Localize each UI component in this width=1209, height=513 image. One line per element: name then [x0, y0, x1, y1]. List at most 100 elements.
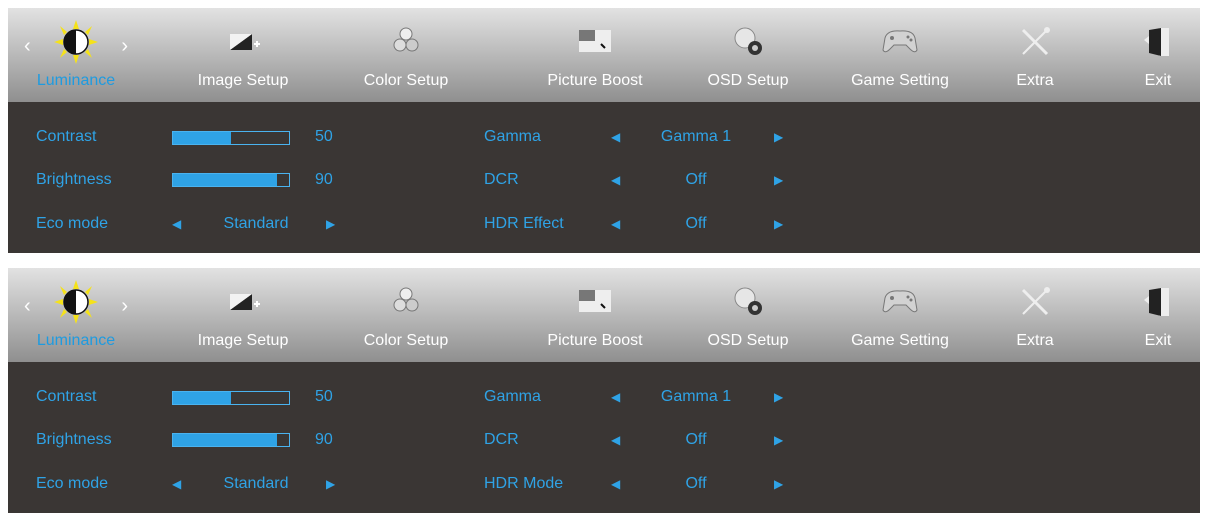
tab-game-setting[interactable]: Game Setting [840, 268, 960, 362]
tab-label: Color Setup [363, 72, 449, 89]
image-setup-icon [230, 34, 260, 50]
exit-door-icon [1144, 288, 1169, 316]
osd-settings-area: Contrast 50 Brightness 90 Eco mode ◀ Sta… [8, 102, 1200, 253]
tab-label: Game Setting [851, 72, 949, 89]
hdr-left-arrow-icon[interactable]: ◀ [611, 476, 620, 492]
contrast-label: Contrast [36, 388, 97, 405]
chevron-right-icon[interactable]: › [121, 296, 128, 316]
tab-image-setup[interactable]: Image Setup [183, 268, 303, 362]
contrast-slider[interactable] [172, 391, 290, 405]
exit-door-icon [1144, 28, 1169, 56]
eco-mode-value: Standard [223, 475, 289, 492]
osd-tab-bar: ‹ › Luminance Image Setup Color Setup Pi… [8, 268, 1200, 362]
dcr-right-arrow-icon[interactable]: ▶ [774, 172, 783, 188]
tab-color-setup[interactable]: Color Setup [346, 8, 466, 102]
brightness-value: 90 [315, 171, 333, 188]
tools-icon [1021, 287, 1050, 316]
gamma-left-arrow-icon[interactable]: ◀ [611, 129, 620, 145]
gamma-left-arrow-icon[interactable]: ◀ [611, 389, 620, 405]
eco-mode-left-arrow-icon[interactable]: ◀ [172, 476, 181, 492]
brightness-label: Brightness [36, 431, 112, 448]
tab-luminance[interactable]: ‹ › Luminance [16, 268, 136, 362]
brightness-label: Brightness [36, 171, 112, 188]
osd-settings-area: Contrast 50 Brightness 90 Eco mode ◀ Sta… [8, 362, 1200, 513]
tab-extra[interactable]: Extra [975, 8, 1095, 102]
picture-boost-icon [579, 30, 611, 52]
tab-color-setup[interactable]: Color Setup [346, 268, 466, 362]
brightness-slider-fill [173, 434, 278, 446]
tab-label: Exit [1144, 72, 1172, 89]
dcr-left-arrow-icon[interactable]: ◀ [611, 432, 620, 448]
color-setup-icon [393, 287, 419, 312]
brightness-slider[interactable] [172, 173, 290, 187]
tab-label: Extra [1016, 332, 1054, 349]
tab-extra[interactable]: Extra [975, 268, 1095, 362]
tab-luminance[interactable]: ‹ › Luminance [16, 8, 136, 102]
dcr-value: Off [685, 171, 707, 188]
contrast-slider-fill [173, 392, 231, 404]
dcr-left-arrow-icon[interactable]: ◀ [611, 172, 620, 188]
tab-game-setting[interactable]: Game Setting [840, 8, 960, 102]
contrast-label: Contrast [36, 128, 97, 145]
brightness-value: 90 [315, 431, 333, 448]
tab-label: Extra [1016, 72, 1054, 89]
gamma-right-arrow-icon[interactable]: ▶ [774, 389, 783, 405]
osd-setup-icon [734, 27, 762, 55]
hdr-value: Off [685, 215, 707, 232]
eco-mode-value: Standard [223, 215, 289, 232]
tab-label: Color Setup [363, 332, 449, 349]
dcr-label: DCR [484, 431, 519, 448]
osd-menu-top: ‹ › Luminance Image Setup Color Setup Pi… [8, 8, 1200, 253]
tab-label: Luminance [36, 72, 116, 89]
tab-label: Picture Boost [547, 72, 643, 89]
tab-osd-setup[interactable]: OSD Setup [688, 8, 808, 102]
hdr-left-arrow-icon[interactable]: ◀ [611, 216, 620, 232]
brightness-slider-fill [173, 174, 278, 186]
eco-mode-right-arrow-icon[interactable]: ▶ [326, 216, 335, 232]
tab-exit[interactable]: Exit [1108, 8, 1208, 102]
chevron-right-icon[interactable]: › [121, 36, 128, 56]
picture-boost-icon [579, 290, 611, 312]
hdr-right-arrow-icon[interactable]: ▶ [774, 216, 783, 232]
eco-mode-right-arrow-icon[interactable]: ▶ [326, 476, 335, 492]
gamepad-icon [882, 30, 918, 53]
tab-exit[interactable]: Exit [1108, 268, 1208, 362]
hdr-label: HDR Mode [484, 475, 564, 492]
brightness-slider[interactable] [172, 433, 290, 447]
gamma-label: Gamma [484, 128, 541, 145]
color-setup-icon [393, 27, 419, 52]
image-setup-icon [230, 294, 260, 310]
sun-icon [54, 280, 98, 324]
contrast-value: 50 [315, 388, 333, 405]
dcr-label: DCR [484, 171, 519, 188]
hdr-label: HDR Effect [484, 215, 564, 232]
tab-osd-setup[interactable]: OSD Setup [688, 268, 808, 362]
tab-label: Luminance [36, 332, 116, 349]
dcr-right-arrow-icon[interactable]: ▶ [774, 432, 783, 448]
tab-picture-boost[interactable]: Picture Boost [535, 8, 655, 102]
contrast-value: 50 [315, 128, 333, 145]
dcr-value: Off [685, 431, 707, 448]
eco-mode-left-arrow-icon[interactable]: ◀ [172, 216, 181, 232]
tab-label: Picture Boost [547, 332, 643, 349]
chevron-left-icon[interactable]: ‹ [24, 36, 31, 56]
tab-label: OSD Setup [707, 72, 789, 89]
contrast-slider-fill [173, 132, 231, 144]
osd-setup-icon [734, 287, 762, 315]
tools-icon [1021, 27, 1050, 56]
eco-mode-label: Eco mode [36, 475, 109, 492]
contrast-slider[interactable] [172, 131, 290, 145]
chevron-left-icon[interactable]: ‹ [24, 296, 31, 316]
tab-label: Game Setting [851, 332, 949, 349]
osd-menu-bottom: ‹ › Luminance Image Setup Color Setup Pi… [8, 268, 1200, 513]
gamepad-icon [882, 290, 918, 313]
tab-image-setup[interactable]: Image Setup [183, 8, 303, 102]
gamma-right-arrow-icon[interactable]: ▶ [774, 129, 783, 145]
tab-label: Image Setup [197, 332, 289, 349]
gamma-value: Gamma 1 [660, 128, 732, 145]
tab-picture-boost[interactable]: Picture Boost [535, 268, 655, 362]
hdr-value: Off [685, 475, 707, 492]
hdr-right-arrow-icon[interactable]: ▶ [774, 476, 783, 492]
sun-icon [54, 20, 98, 64]
tab-label: Image Setup [197, 72, 289, 89]
